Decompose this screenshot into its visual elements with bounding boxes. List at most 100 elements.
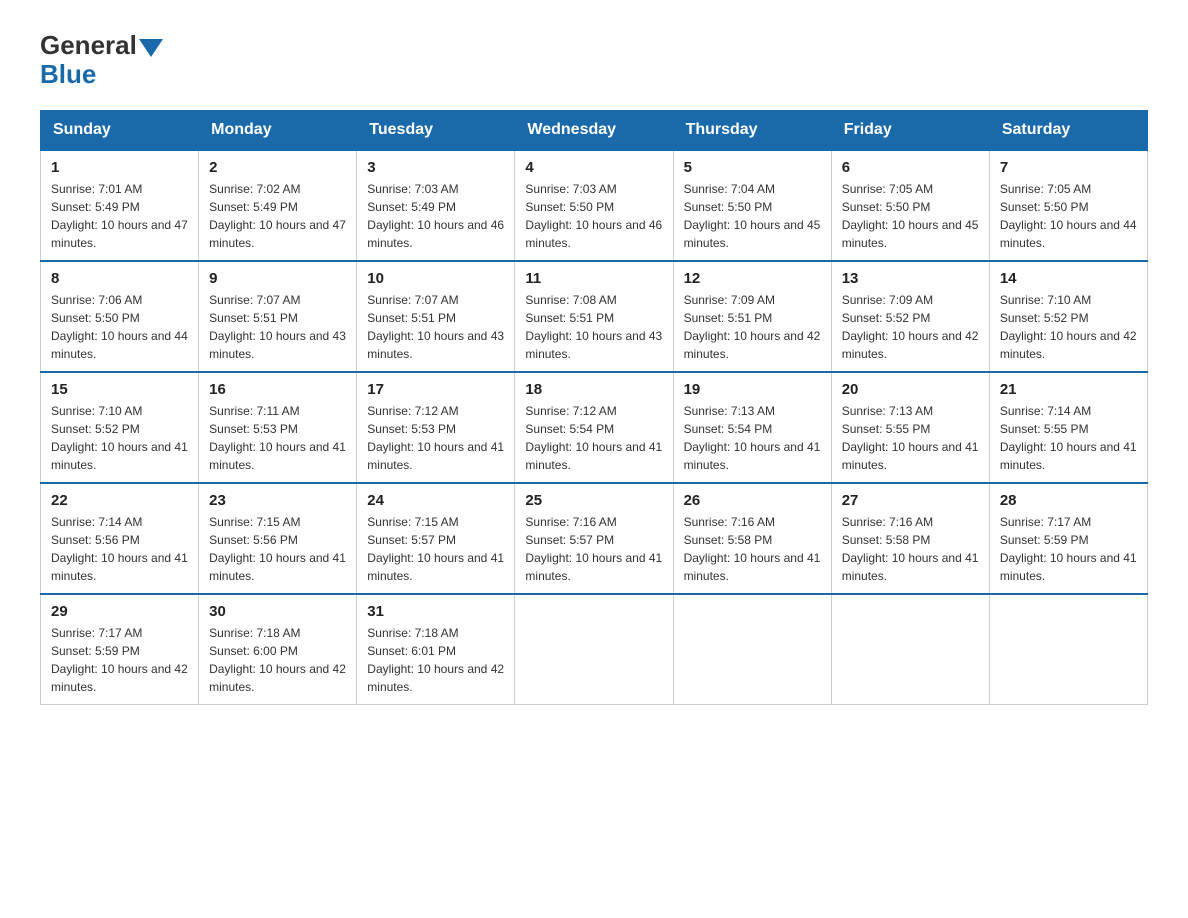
day-info: Sunrise: 7:16 AM Sunset: 5:57 PM Dayligh…	[525, 513, 662, 585]
calendar-day-cell: 31 Sunrise: 7:18 AM Sunset: 6:01 PM Dayl…	[357, 594, 515, 705]
day-number: 16	[209, 381, 346, 398]
day-info: Sunrise: 7:04 AM Sunset: 5:50 PM Dayligh…	[684, 180, 821, 252]
calendar-day-cell: 8 Sunrise: 7:06 AM Sunset: 5:50 PM Dayli…	[41, 261, 199, 372]
day-info: Sunrise: 7:10 AM Sunset: 5:52 PM Dayligh…	[51, 402, 188, 474]
day-number: 2	[209, 159, 346, 176]
calendar-day-cell: 14 Sunrise: 7:10 AM Sunset: 5:52 PM Dayl…	[989, 261, 1147, 372]
day-info: Sunrise: 7:16 AM Sunset: 5:58 PM Dayligh…	[684, 513, 821, 585]
day-number: 17	[367, 381, 504, 398]
calendar-day-cell: 4 Sunrise: 7:03 AM Sunset: 5:50 PM Dayli…	[515, 150, 673, 261]
header-monday: Monday	[199, 111, 357, 151]
day-number: 14	[1000, 270, 1137, 287]
day-info: Sunrise: 7:15 AM Sunset: 5:57 PM Dayligh…	[367, 513, 504, 585]
calendar-week-row: 1 Sunrise: 7:01 AM Sunset: 5:49 PM Dayli…	[41, 150, 1148, 261]
day-number: 9	[209, 270, 346, 287]
calendar-day-cell	[673, 594, 831, 705]
day-number: 30	[209, 603, 346, 620]
header-thursday: Thursday	[673, 111, 831, 151]
calendar-day-cell	[989, 594, 1147, 705]
calendar-day-cell: 24 Sunrise: 7:15 AM Sunset: 5:57 PM Dayl…	[357, 483, 515, 594]
day-number: 20	[842, 381, 979, 398]
day-number: 10	[367, 270, 504, 287]
calendar-day-cell: 18 Sunrise: 7:12 AM Sunset: 5:54 PM Dayl…	[515, 372, 673, 483]
calendar-day-cell: 20 Sunrise: 7:13 AM Sunset: 5:55 PM Dayl…	[831, 372, 989, 483]
day-number: 12	[684, 270, 821, 287]
calendar-day-cell: 21 Sunrise: 7:14 AM Sunset: 5:55 PM Dayl…	[989, 372, 1147, 483]
day-number: 7	[1000, 159, 1137, 176]
day-info: Sunrise: 7:17 AM Sunset: 5:59 PM Dayligh…	[1000, 513, 1137, 585]
header-friday: Friday	[831, 111, 989, 151]
day-info: Sunrise: 7:10 AM Sunset: 5:52 PM Dayligh…	[1000, 291, 1137, 363]
calendar-day-cell: 6 Sunrise: 7:05 AM Sunset: 5:50 PM Dayli…	[831, 150, 989, 261]
logo-blue-text: Blue	[40, 59, 96, 90]
day-info: Sunrise: 7:14 AM Sunset: 5:55 PM Dayligh…	[1000, 402, 1137, 474]
header-tuesday: Tuesday	[357, 111, 515, 151]
day-number: 1	[51, 159, 188, 176]
calendar-day-cell: 7 Sunrise: 7:05 AM Sunset: 5:50 PM Dayli…	[989, 150, 1147, 261]
calendar-day-cell: 28 Sunrise: 7:17 AM Sunset: 5:59 PM Dayl…	[989, 483, 1147, 594]
calendar-week-row: 22 Sunrise: 7:14 AM Sunset: 5:56 PM Dayl…	[41, 483, 1148, 594]
day-number: 29	[51, 603, 188, 620]
day-number: 18	[525, 381, 662, 398]
page-header: General Blue	[40, 30, 1148, 90]
day-number: 8	[51, 270, 188, 287]
day-info: Sunrise: 7:06 AM Sunset: 5:50 PM Dayligh…	[51, 291, 188, 363]
day-info: Sunrise: 7:11 AM Sunset: 5:53 PM Dayligh…	[209, 402, 346, 474]
day-info: Sunrise: 7:09 AM Sunset: 5:52 PM Dayligh…	[842, 291, 979, 363]
day-info: Sunrise: 7:07 AM Sunset: 5:51 PM Dayligh…	[367, 291, 504, 363]
day-info: Sunrise: 7:18 AM Sunset: 6:00 PM Dayligh…	[209, 624, 346, 696]
day-info: Sunrise: 7:01 AM Sunset: 5:49 PM Dayligh…	[51, 180, 188, 252]
day-number: 23	[209, 492, 346, 509]
calendar-day-cell: 9 Sunrise: 7:07 AM Sunset: 5:51 PM Dayli…	[199, 261, 357, 372]
day-info: Sunrise: 7:12 AM Sunset: 5:54 PM Dayligh…	[525, 402, 662, 474]
calendar-day-cell: 11 Sunrise: 7:08 AM Sunset: 5:51 PM Dayl…	[515, 261, 673, 372]
day-number: 4	[525, 159, 662, 176]
header-wednesday: Wednesday	[515, 111, 673, 151]
day-info: Sunrise: 7:16 AM Sunset: 5:58 PM Dayligh…	[842, 513, 979, 585]
calendar-day-cell: 13 Sunrise: 7:09 AM Sunset: 5:52 PM Dayl…	[831, 261, 989, 372]
calendar-week-row: 15 Sunrise: 7:10 AM Sunset: 5:52 PM Dayl…	[41, 372, 1148, 483]
day-number: 11	[525, 270, 662, 287]
calendar-week-row: 8 Sunrise: 7:06 AM Sunset: 5:50 PM Dayli…	[41, 261, 1148, 372]
calendar-day-cell: 23 Sunrise: 7:15 AM Sunset: 5:56 PM Dayl…	[199, 483, 357, 594]
day-info: Sunrise: 7:09 AM Sunset: 5:51 PM Dayligh…	[684, 291, 821, 363]
calendar-day-cell	[515, 594, 673, 705]
day-number: 19	[684, 381, 821, 398]
day-info: Sunrise: 7:08 AM Sunset: 5:51 PM Dayligh…	[525, 291, 662, 363]
day-info: Sunrise: 7:05 AM Sunset: 5:50 PM Dayligh…	[842, 180, 979, 252]
day-number: 6	[842, 159, 979, 176]
day-number: 5	[684, 159, 821, 176]
calendar-day-cell: 26 Sunrise: 7:16 AM Sunset: 5:58 PM Dayl…	[673, 483, 831, 594]
day-number: 22	[51, 492, 188, 509]
day-info: Sunrise: 7:05 AM Sunset: 5:50 PM Dayligh…	[1000, 180, 1137, 252]
calendar-day-cell: 29 Sunrise: 7:17 AM Sunset: 5:59 PM Dayl…	[41, 594, 199, 705]
day-number: 3	[367, 159, 504, 176]
calendar-day-cell: 15 Sunrise: 7:10 AM Sunset: 5:52 PM Dayl…	[41, 372, 199, 483]
day-number: 13	[842, 270, 979, 287]
day-info: Sunrise: 7:12 AM Sunset: 5:53 PM Dayligh…	[367, 402, 504, 474]
header-sunday: Sunday	[41, 111, 199, 151]
calendar-day-cell: 3 Sunrise: 7:03 AM Sunset: 5:49 PM Dayli…	[357, 150, 515, 261]
day-info: Sunrise: 7:02 AM Sunset: 5:49 PM Dayligh…	[209, 180, 346, 252]
day-number: 24	[367, 492, 504, 509]
day-info: Sunrise: 7:14 AM Sunset: 5:56 PM Dayligh…	[51, 513, 188, 585]
calendar-table: Sunday Monday Tuesday Wednesday Thursday…	[40, 110, 1148, 705]
calendar-day-cell: 10 Sunrise: 7:07 AM Sunset: 5:51 PM Dayl…	[357, 261, 515, 372]
calendar-day-cell: 12 Sunrise: 7:09 AM Sunset: 5:51 PM Dayl…	[673, 261, 831, 372]
calendar-day-cell: 30 Sunrise: 7:18 AM Sunset: 6:00 PM Dayl…	[199, 594, 357, 705]
day-number: 25	[525, 492, 662, 509]
calendar-day-cell: 27 Sunrise: 7:16 AM Sunset: 5:58 PM Dayl…	[831, 483, 989, 594]
calendar-day-cell: 25 Sunrise: 7:16 AM Sunset: 5:57 PM Dayl…	[515, 483, 673, 594]
day-number: 28	[1000, 492, 1137, 509]
logo-triangle-icon	[139, 39, 163, 57]
day-info: Sunrise: 7:03 AM Sunset: 5:50 PM Dayligh…	[525, 180, 662, 252]
day-info: Sunrise: 7:17 AM Sunset: 5:59 PM Dayligh…	[51, 624, 188, 696]
day-number: 27	[842, 492, 979, 509]
day-info: Sunrise: 7:03 AM Sunset: 5:49 PM Dayligh…	[367, 180, 504, 252]
calendar-week-row: 29 Sunrise: 7:17 AM Sunset: 5:59 PM Dayl…	[41, 594, 1148, 705]
calendar-day-cell	[831, 594, 989, 705]
day-info: Sunrise: 7:13 AM Sunset: 5:54 PM Dayligh…	[684, 402, 821, 474]
calendar-day-cell: 16 Sunrise: 7:11 AM Sunset: 5:53 PM Dayl…	[199, 372, 357, 483]
day-number: 26	[684, 492, 821, 509]
day-number: 21	[1000, 381, 1137, 398]
